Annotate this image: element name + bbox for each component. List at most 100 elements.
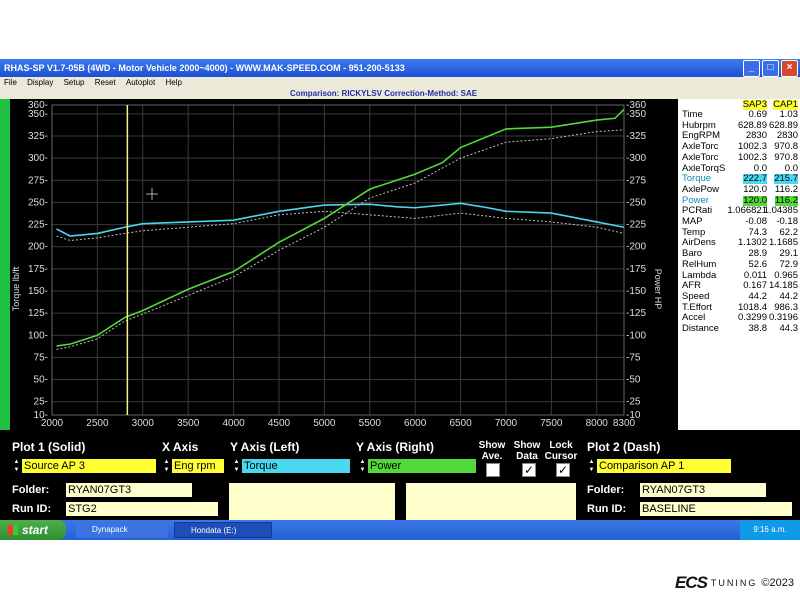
minimize-icon[interactable]: _ <box>743 60 760 77</box>
y-right-tick-label: -325 <box>626 131 646 142</box>
readout-row-cap1: 628.89 <box>768 119 798 131</box>
yleft-spinner-icon[interactable]: ▲ ▼ <box>232 458 241 474</box>
readout-row: Torque 222.7 215.7 <box>678 173 800 185</box>
y-left-tick-label: 100- <box>28 330 48 341</box>
menu-help[interactable]: Help <box>165 78 181 87</box>
control-panel: Plot 1 (Solid) X Axis Y Axis (Left) Y Ax… <box>0 430 800 520</box>
maximize-icon[interactable]: □ <box>762 60 779 77</box>
xaxis-spinner-icon[interactable]: ▲ ▼ <box>162 458 171 474</box>
power-dash-line <box>56 129 625 350</box>
yleft-select[interactable]: Torque <box>242 459 350 473</box>
y-left-tick-label: 175- <box>28 264 48 275</box>
readout-row: T.Effort 1018.4 986.3 <box>678 301 800 313</box>
readout-row-label: EngRPM <box>682 130 721 142</box>
watermark-sub: TUNING <box>710 578 758 588</box>
menu-autoplot[interactable]: Autoplot <box>126 78 155 87</box>
menu-setup[interactable]: Setup <box>64 78 85 87</box>
start-button[interactable]: start <box>0 520 66 540</box>
y-left-tick-label: 225- <box>28 220 48 231</box>
readout-row-sap3: 1.1302 <box>737 237 767 249</box>
readout-row: EngRPM 2830 2830 <box>678 131 800 141</box>
folder2-field[interactable]: RYAN07GT3 <box>640 483 766 497</box>
readout-row-cap1: 14.185 <box>768 280 798 292</box>
x-tick-label: 8000 <box>586 418 609 429</box>
lock-cursor-label: Lock Cursor <box>544 440 578 462</box>
lock-cursor-checkbox[interactable]: ✓ <box>556 463 570 477</box>
dyno-chart[interactable]: 2000 2500 3000 3500 4000 4500 5000 5500 6000 6500… <box>0 99 678 430</box>
readout-row-label: AxleTorc <box>682 151 719 163</box>
comparison-text: Comparison: RICKYLSV Correction-Method: … <box>290 89 478 98</box>
windows-logo-icon <box>8 525 18 535</box>
y-left-tick-label: 125- <box>28 308 48 319</box>
yright-label: Y Axis (Right) <box>356 440 435 454</box>
readout-row-label: AirDens <box>682 237 716 249</box>
window-title-bar: RHAS-SP V1.7-05B (4WD - Motor Vehicle 20… <box>0 59 800 77</box>
readout-row: RelHum 52.6 72.9 <box>678 259 800 270</box>
taskbar-item-hondata[interactable]: Hondata (E:) <box>174 522 272 538</box>
readout-row: AxleTorc 1002.3 970.8 <box>678 151 800 163</box>
runid1-field[interactable]: STG2 <box>66 502 218 516</box>
x-tick-label: 4500 <box>268 418 291 429</box>
readout-row-cap1: 986.3 <box>774 301 798 313</box>
readout-row-cap1: 970.8 <box>774 141 798 153</box>
menu-display[interactable]: Display <box>27 78 53 87</box>
y-left-tick-label: 275- <box>28 175 48 186</box>
readout-row-label: Time <box>682 109 703 120</box>
readout-row-sap3: 0.69 <box>748 109 768 120</box>
y-left-tick-label: 250- <box>28 197 48 208</box>
y-right-tick-label: -100 <box>626 330 646 341</box>
show-data-checkbox[interactable]: ✓ <box>522 463 536 477</box>
readout-row-cap1: 44.2 <box>779 290 799 302</box>
readout-row-label: AxlePow <box>682 183 719 195</box>
plot2-source-select[interactable]: Comparison AP 1 <box>597 459 731 473</box>
readout-row-cap1: -0.18 <box>776 216 798 227</box>
runid2-field[interactable]: BASELINE <box>640 502 792 516</box>
watermark-copyright: ©2023 <box>761 577 794 589</box>
plot1-source-select[interactable]: Source AP 3 <box>22 459 156 473</box>
notes1-field[interactable] <box>229 483 395 520</box>
y-left-tick-label: 300- <box>28 153 48 164</box>
notes2-field[interactable] <box>406 483 576 520</box>
crosshair-icon <box>146 188 158 200</box>
readout-row-cap1: 215.7 <box>774 173 798 185</box>
plot1-source-spinner-icon[interactable]: ▲ ▼ <box>12 458 21 474</box>
yright-spinner-icon[interactable]: ▲ ▼ <box>358 458 367 474</box>
x-tick-label: 4000 <box>222 418 245 429</box>
close-icon[interactable]: × <box>781 60 798 77</box>
y-left-tick-label: 75- <box>34 352 48 363</box>
taskbar-item-dynapack[interactable]: Dynapack <box>76 522 168 538</box>
watermark-brand: ECS <box>674 573 708 592</box>
x-tick-label: 6500 <box>449 418 472 429</box>
menu-reset[interactable]: Reset <box>95 78 116 87</box>
folder2-label: Folder: <box>587 484 625 496</box>
y-left-tick-label: 325- <box>28 131 48 142</box>
readout-row: AxleTorqS 0.0 0.0 <box>678 162 800 174</box>
readout-row: MAP -0.08 -0.18 <box>678 217 800 227</box>
readout-row-sap3: 0.011 <box>743 269 767 281</box>
readout-row: Hubrpm 628.89 628.89 <box>678 119 800 131</box>
folder1-field[interactable]: RYAN07GT3 <box>66 483 192 497</box>
readout-row-label: MAP <box>682 216 703 227</box>
readout-row-sap3: 1.066821 <box>727 205 767 217</box>
y-left-tick-label: 200- <box>28 242 48 253</box>
readout-row: Time 0.69 1.03 <box>678 110 800 120</box>
menu-file[interactable]: File <box>4 78 17 87</box>
readout-row-cap1: 0.3196 <box>768 312 798 324</box>
clock: 9:16 a.m. <box>753 525 787 534</box>
readout-row-cap1: 970.8 <box>774 151 798 163</box>
y-left-tick-label: 25- <box>34 397 48 408</box>
yright-select[interactable]: Power <box>368 459 476 473</box>
readout-row-label: Power <box>682 194 709 206</box>
show-ave-checkbox[interactable] <box>486 463 500 477</box>
x-tick-label: 2500 <box>86 418 109 429</box>
plot2-source-spinner-icon[interactable]: ▲ ▼ <box>587 458 596 474</box>
y-right-tick-label: -150 <box>626 286 646 297</box>
readout-row-sap3: 120.0 <box>743 183 767 195</box>
readout-row-cap1: 44.3 <box>779 323 799 334</box>
readout-row: AirDens 1.1302 1.1685 <box>678 238 800 248</box>
readout-row-cap1: 1.03 <box>779 109 799 120</box>
readout-row-sap3: 2830 <box>745 130 767 142</box>
xaxis-select[interactable]: Eng rpm <box>172 459 224 473</box>
readout-row: Accel 0.3299 0.3196 <box>678 313 800 323</box>
readout-row-cap1: 0.0 <box>784 162 798 174</box>
